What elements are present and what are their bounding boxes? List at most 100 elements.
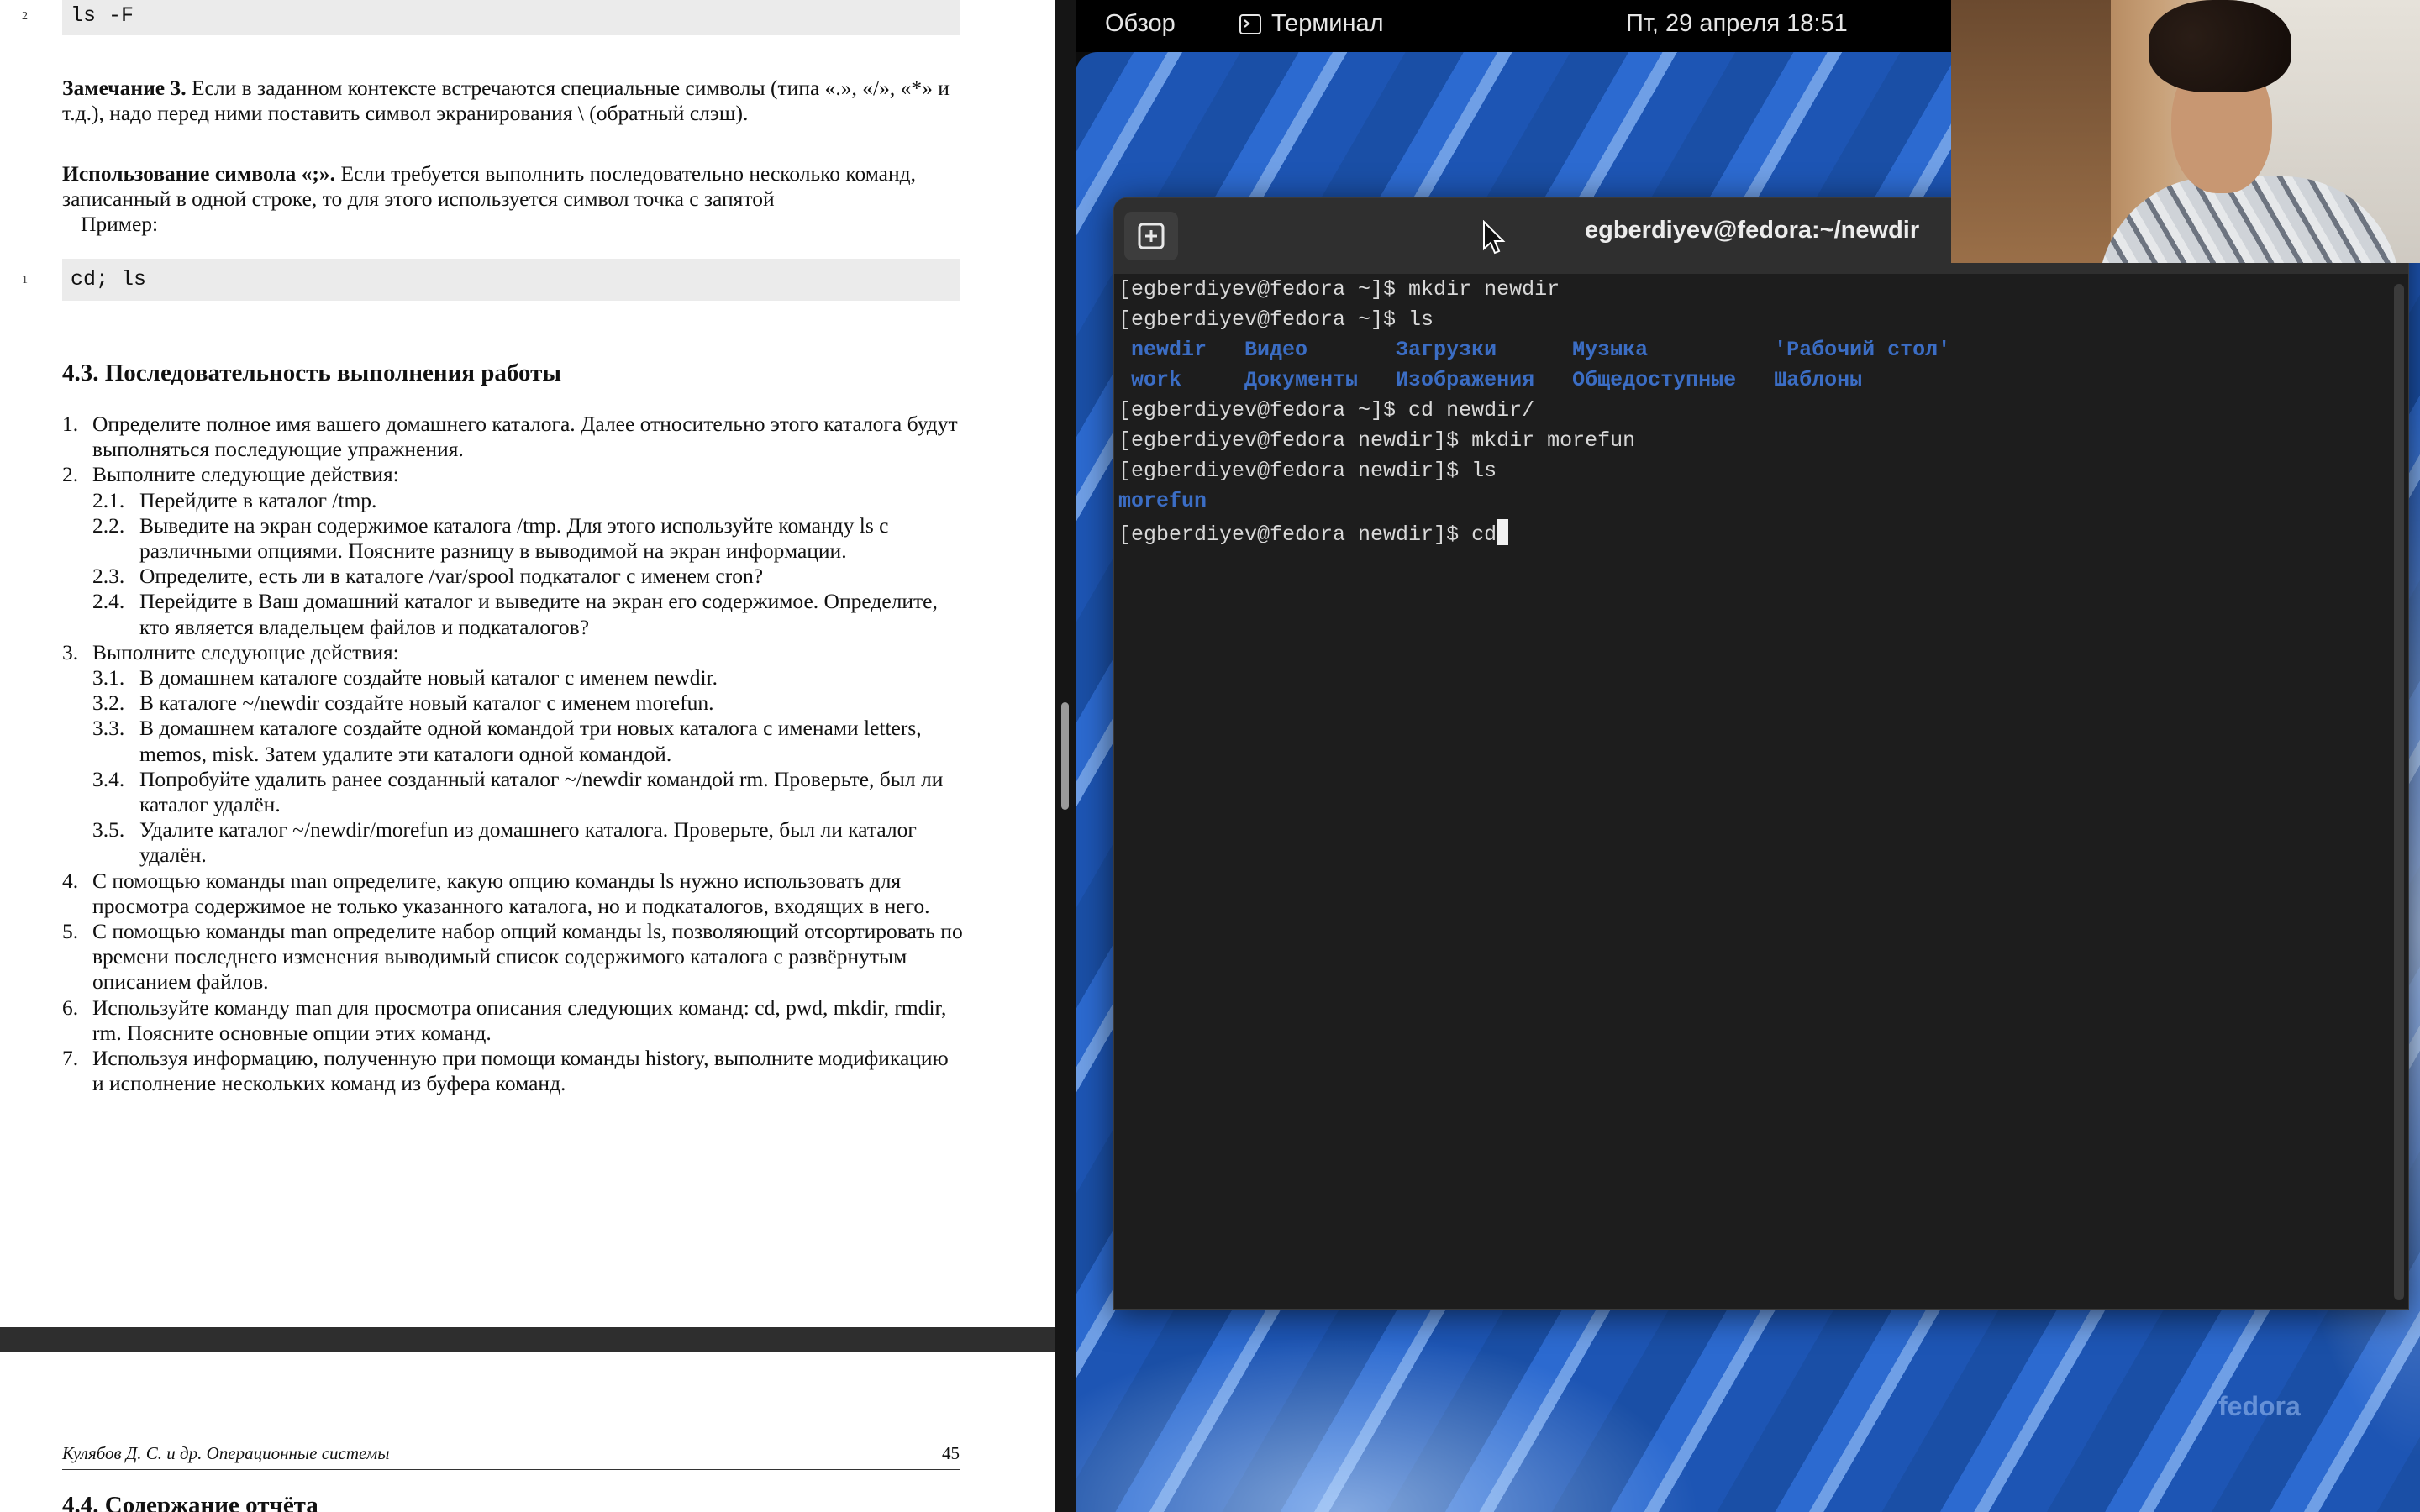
step-text: Перейдите в каталог /tmp.: [139, 487, 377, 512]
step-number: 2.4.: [92, 589, 125, 614]
terminal-line-text: morefun: [1118, 489, 1207, 513]
page-number: 45: [942, 1443, 960, 1463]
terminal-scrollbar[interactable]: [2394, 284, 2404, 1300]
webcam-video-overlay: [1951, 0, 2420, 263]
step-number: 6.: [62, 995, 79, 1020]
semicolon-label: Использование символа «;».: [62, 161, 336, 186]
terminal-command-line: [egberdiyev@fedora ~]$ ls: [1118, 307, 1434, 332]
task-list: 1. Определите полное имя вашего домашнего…: [62, 412, 963, 1096]
step-text: Попробуйте удалить ранее созданный катал…: [139, 766, 944, 817]
step-text: Определите, есть ли в каталоге /var/spoo…: [139, 564, 764, 589]
terminal-listing-line: newdir Видео Загрузки Музыка 'Рабочий ст…: [1118, 338, 1950, 362]
step-number: 3.4.: [92, 766, 125, 791]
task-step: 6. Используйте команду man для просмотра …: [62, 995, 963, 1046]
step-number: 2.: [62, 462, 79, 487]
code-line-number: 1: [22, 274, 28, 286]
step-text: Используйте команду man для просмотра оп…: [92, 995, 947, 1045]
terminal-command-line: [egberdiyev@fedora ~]$ cd newdir/: [1118, 398, 1534, 423]
step-number: 3.2.: [92, 690, 125, 716]
desktop-area: fedora Обзор Терминал Пт, 29 апреля 18:5…: [1076, 0, 2420, 1512]
step-text: Выполните следующие действия:: [92, 462, 399, 487]
terminal-line-text: [egberdiyev@fedora ~]$ ls: [1118, 307, 1434, 332]
step-text: Перейдите в Ваш домашний каталог и вывед…: [139, 589, 938, 639]
activities-button[interactable]: Обзор: [1105, 10, 1176, 38]
terminal-command-line: [egberdiyev@fedora newdir]$ mkdir morefu…: [1118, 428, 1635, 453]
task-substep: 3.5. Удалите каталог ~/newdir/morefun из …: [62, 817, 963, 868]
step-text: Используя информацию, полученную при пом…: [92, 1046, 949, 1096]
terminal-listing-line: morefun: [1118, 489, 1207, 513]
webcam-person-hair: [2149, 0, 2291, 92]
step-text: Удалите каталог ~/newdir/morefun из дома…: [139, 817, 917, 868]
next-section-heading: 4.4. Содержание отчёта: [62, 1492, 318, 1512]
step-number: 3.: [62, 639, 79, 664]
app-menu-terminal[interactable]: Терминал: [1239, 10, 1384, 38]
page-footer: Кулябов Д. С. и др. Операционные системы…: [62, 1443, 960, 1470]
terminal-title: egberdiyev@fedora:~/newdir: [1585, 217, 1920, 244]
task-substep: 2.3. Определите, есть ли в каталоге /var/…: [62, 564, 963, 589]
terminal-line-text: [egberdiyev@fedora newdir]$ cd: [1118, 522, 1497, 547]
terminal-line-text: newdir Видео Загрузки Музыка 'Рабочий ст…: [1118, 338, 1951, 362]
step-text: Выполните следующие действия:: [92, 639, 399, 664]
section-heading: 4.3. Последовательность выполнения работ…: [62, 360, 562, 386]
remark-text: Если в заданном контексте встречаются сп…: [62, 76, 950, 125]
new-tab-button[interactable]: [1124, 212, 1178, 260]
step-text: Определите полное имя вашего домашнего к…: [92, 412, 958, 462]
task-substep: 2.2. Выведите на экран содержимое каталог…: [62, 513, 963, 564]
step-text: В домашнем каталоге создайте одной коман…: [139, 716, 922, 766]
task-step: 7. Используя информацию, полученную при п…: [62, 1046, 963, 1096]
remark-paragraph: Замечание 3. Если в заданном контексте в…: [62, 76, 961, 126]
mouse-pointer-icon: [1483, 220, 1506, 255]
step-number: 2.2.: [92, 512, 125, 538]
task-substep: 3.2. В каталоге ~/newdir создайте новый к…: [62, 690, 963, 716]
step-text: Выведите на экран содержимое каталога /t…: [139, 512, 889, 564]
example-label: Пример:: [81, 212, 159, 236]
terminal-line-text: [egberdiyev@fedora ~]$ cd newdir/: [1118, 398, 1535, 423]
code-block-ls: ls -F: [62, 0, 960, 35]
clock[interactable]: Пт, 29 апреля 18:51: [1626, 10, 1848, 38]
step-text: В каталоге ~/newdir создайте новый катал…: [139, 690, 714, 716]
step-number: 3.3.: [92, 716, 125, 741]
app-menu-label: Терминал: [1271, 10, 1384, 37]
code-block-example: cd; ls: [62, 259, 960, 301]
task-substep: 3.1. В домашнем каталоге создайте новый к…: [62, 665, 963, 690]
pdf-document-page: 2 ls -F Замечание 3. Если в заданном кон…: [0, 0, 1055, 1512]
step-number: 7.: [62, 1046, 79, 1071]
step-number: 3.5.: [92, 817, 125, 843]
step-text: В домашнем каталоге создайте новый катал…: [139, 665, 718, 690]
semicolon-paragraph: Использование символа «;». Если требуетс…: [62, 161, 961, 237]
split-resize-handle[interactable]: [1061, 702, 1069, 810]
footer-author-title: Кулябов Д. С. и др. Операционные системы: [62, 1443, 390, 1463]
terminal-cursor: [1497, 519, 1509, 545]
step-number: 1.: [62, 412, 79, 436]
step-number: 4.: [62, 868, 79, 893]
task-substep: 2.4. Перейдите в Ваш домашний каталог и в…: [62, 589, 963, 639]
step-text: С помощью команды man определите, какую …: [92, 868, 930, 918]
remark-label: Замечание 3.: [62, 76, 187, 100]
task-step: 3. Выполните следующие действия:: [62, 640, 963, 665]
terminal-output[interactable]: [egberdiyev@fedora ~]$ mkdir newdir [egbe…: [1114, 274, 2408, 1309]
wallpaper-fedora-logo: fedora: [2218, 1391, 2301, 1421]
terminal-window[interactable]: egberdiyev@fedora:~/newdir [egberdiyev@f…: [1113, 197, 2409, 1310]
terminal-command-line: [egberdiyev@fedora ~]$ mkdir newdir: [1118, 277, 1560, 302]
plus-square-icon: [1138, 223, 1165, 249]
step-text: С помощью команды man определите набор о…: [92, 919, 963, 995]
task-substep: 2.1. Перейдите в каталог /tmp.: [62, 488, 963, 513]
task-substep: 3.4. Попробуйте удалить ранее созданный к…: [62, 767, 963, 817]
webcam-background-shelf: [1951, 0, 2111, 263]
task-step: 2. Выполните следующие действия:: [62, 462, 963, 487]
task-substep: 3.3. В домашнем каталоге создайте одной к…: [62, 716, 963, 766]
terminal-line-text: work Документы Изображения Общедоступные…: [1118, 368, 1863, 392]
step-number: 3.1.: [92, 665, 125, 690]
terminal-line-text: [egberdiyev@fedora newdir]$ mkdir morefu…: [1118, 428, 1636, 453]
terminal-line-text: [egberdiyev@fedora ~]$ mkdir newdir: [1118, 277, 1560, 302]
task-step: 5. С помощью команды man определите набор…: [62, 919, 963, 995]
terminal-command-line: [egberdiyev@fedora newdir]$ cd: [1118, 519, 1509, 547]
step-number: 2.3.: [92, 564, 125, 589]
step-number: 5.: [62, 919, 79, 944]
code-line-number: 2: [22, 10, 28, 23]
terminal-listing-line: work Документы Изображения Общедоступные…: [1118, 368, 1862, 392]
terminal-line-text: [egberdiyev@fedora newdir]$ ls: [1118, 459, 1497, 483]
page-separator: [0, 1327, 1055, 1352]
terminal-app-icon: [1239, 13, 1261, 34]
task-step: 1. Определите полное имя вашего домашнего…: [62, 412, 963, 462]
